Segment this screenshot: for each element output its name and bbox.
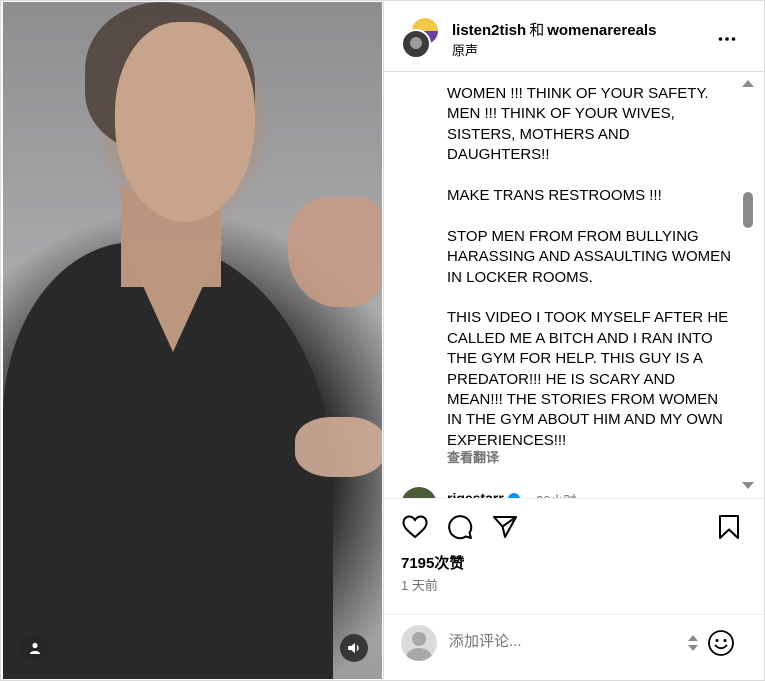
add-comment-bar: [384, 614, 765, 672]
video-figure-vneck: [123, 242, 223, 352]
caption-paragraph: WOMEN !!! THINK OF YOUR SAFETY. MEN !!! …: [447, 85, 709, 164]
avatar: [401, 625, 437, 661]
caption-paragraph: THIS VIDEO I TOOK MYSELF AFTER HE CALLED…: [447, 309, 729, 449]
avatar: [401, 29, 431, 59]
post-header: listen2tish 和 womenarereals 原声: [384, 2, 765, 72]
author-link[interactable]: womenarereals: [547, 22, 656, 39]
post-actions: [384, 512, 765, 544]
scroll-up-arrow-icon[interactable]: [742, 80, 754, 87]
collab-avatars[interactable]: [401, 17, 439, 59]
comment-author[interactable]: rigestarr: [447, 490, 520, 498]
like-count[interactable]: 7195次赞: [401, 552, 464, 573]
caption-paragraph: STOP MEN FROM FROM BULLYING HARASSING AN…: [447, 227, 731, 286]
avatar[interactable]: [401, 487, 437, 498]
emoji-button[interactable]: [707, 629, 735, 657]
resize-handle-icon[interactable]: [687, 632, 699, 654]
caption-paragraph: MAKE TRANS RESTROOMS !!!: [447, 187, 662, 205]
comment-username[interactable]: rigestarr: [447, 490, 504, 498]
audio-label[interactable]: 原声: [452, 40, 478, 59]
caption-scrollbar[interactable]: [740, 72, 757, 498]
post-side-panel: listen2tish 和 womenarereals 原声 WOMEN !!! T…: [383, 2, 765, 679]
see-translation-link[interactable]: 查看翻译: [447, 447, 499, 466]
video-figure-hand: [295, 417, 382, 477]
video-foreground-hand: [288, 197, 382, 307]
emoji-icon: [708, 630, 734, 656]
heart-icon: [402, 515, 428, 539]
scroll-down-arrow-icon[interactable]: [742, 482, 754, 489]
sound-toggle-button[interactable]: [340, 634, 368, 662]
comment-icon: [448, 515, 473, 540]
authors-conjunction: 和: [529, 22, 545, 39]
share-button[interactable]: [490, 512, 520, 542]
author-link[interactable]: listen2tish: [452, 22, 526, 39]
bookmark-icon: [719, 515, 739, 539]
caption-area: WOMEN !!! THINK OF YOUR SAFETY. MEN !!! …: [384, 72, 765, 499]
like-button[interactable]: [400, 512, 430, 542]
post-caption: WOMEN !!! THINK OF YOUR SAFETY. MEN !!! …: [447, 84, 732, 451]
post-authors: listen2tish 和 womenarereals: [452, 19, 656, 40]
user-tag-button[interactable]: [21, 634, 49, 662]
speaker-icon: [348, 643, 359, 653]
user-tag-icon: [30, 642, 40, 654]
send-icon: [493, 516, 517, 538]
post-dialog: listen2tish 和 womenarereals 原声 WOMEN !!! T…: [0, 0, 765, 681]
verified-badge-icon: [507, 493, 520, 498]
comment-timestamp: 20小时: [536, 490, 576, 498]
scrollbar-thumb[interactable]: [743, 192, 753, 228]
post-video[interactable]: [3, 2, 382, 679]
more-icon: [718, 37, 736, 41]
comment-button[interactable]: [445, 512, 475, 542]
more-options-button[interactable]: [718, 26, 736, 47]
comment-input[interactable]: [447, 632, 671, 651]
post-date[interactable]: 1 天前: [401, 575, 438, 594]
video-figure-face: [115, 22, 255, 222]
save-button[interactable]: [714, 512, 744, 542]
up-down-arrows-icon: [688, 635, 698, 651]
